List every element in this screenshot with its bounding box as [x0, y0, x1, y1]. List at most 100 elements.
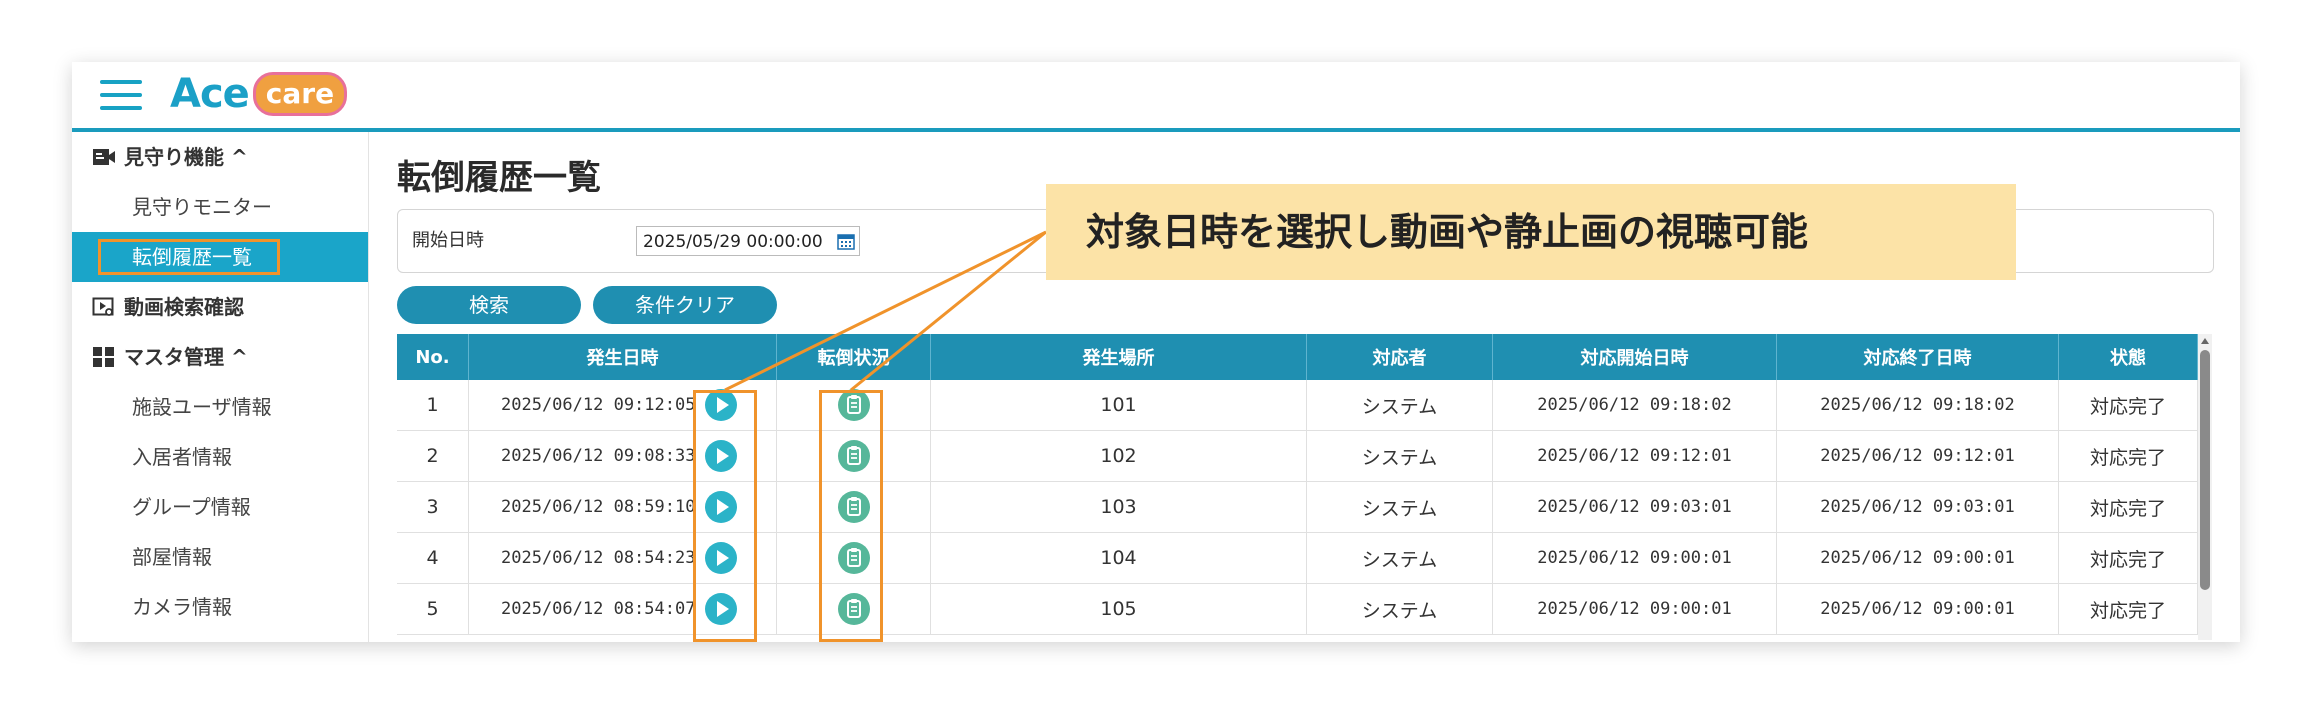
table-row[interactable]: 4 2025/06/12 08:54:23 104 システム 2025/06/12 09… [397, 533, 2198, 584]
start-datetime-value: 2025/06/12 09:00:01 [1537, 548, 1732, 568]
logo-care-badge: care [252, 72, 348, 116]
sidebar-item-cameras[interactable]: カメラ情報 [72, 582, 368, 632]
cell-place: 102 [931, 431, 1307, 481]
place-value: 104 [1100, 547, 1137, 569]
cell-place: 105 [931, 584, 1307, 634]
calendar-icon[interactable] [837, 233, 855, 250]
cell-place: 101 [931, 380, 1307, 430]
clipboard-icon[interactable] [837, 593, 870, 625]
sidebar-section-label: 動画検索確認 [124, 295, 244, 319]
column-header-responder[interactable]: 対応者 [1307, 334, 1493, 380]
cell-datetime: 2025/06/12 09:12:05 [469, 380, 777, 430]
column-header-fall-status[interactable]: 転倒状況 [777, 334, 931, 380]
status-value: 対応完了 [2089, 446, 2166, 469]
cell-place: 104 [931, 533, 1307, 583]
play-video-icon[interactable] [705, 440, 737, 472]
cell-responder: システム [1307, 380, 1493, 430]
app-logo: Ace care [170, 70, 348, 118]
sidebar-item-label: 入居者情報 [132, 445, 232, 469]
play-video-icon[interactable] [705, 542, 737, 574]
search-button[interactable]: 検索 [397, 286, 581, 324]
app-window: Ace care 見守り機能 ^ 見守りモニター 転倒履歴一覧 動画検索確認 マ… [72, 62, 2240, 642]
sidebar-section-monitoring[interactable]: 見守り機能 ^ [72, 132, 368, 182]
column-header-datetime[interactable]: 発生日時 [469, 334, 777, 380]
occurrence-datetime: 2025/06/12 08:59:10 [501, 497, 696, 517]
status-value: 対応完了 [2089, 599, 2166, 622]
cell-status: 対応完了 [2059, 584, 2198, 634]
table-body: 1 2025/06/12 09:12:05 101 システム 2025/06/12 09… [397, 380, 2198, 635]
status-value: 対応完了 [2089, 497, 2166, 520]
cell-status: 対応完了 [2059, 380, 2198, 430]
cell-responder: システム [1307, 431, 1493, 481]
cell-start-datetime: 2025/06/12 09:00:01 [1493, 584, 1777, 634]
end-datetime-value: 2025/06/12 09:12:01 [1820, 446, 2015, 466]
sidebar-item-fall-history[interactable]: 転倒履歴一覧 [72, 232, 368, 282]
cell-status: 対応完了 [2059, 482, 2198, 532]
cell-end-datetime: 2025/06/12 09:00:01 [1777, 533, 2059, 583]
sidebar-item-label: 部屋情報 [132, 545, 212, 569]
sidebar-item-residents[interactable]: 入居者情報 [72, 432, 368, 482]
scroll-up-arrow-icon[interactable] [2201, 338, 2209, 344]
row-number: 4 [426, 547, 439, 569]
cell-fall-status [777, 431, 931, 481]
place-value: 102 [1100, 445, 1137, 467]
occurrence-datetime: 2025/06/12 09:12:05 [501, 395, 696, 415]
occurrence-datetime: 2025/06/12 08:54:07 [501, 599, 696, 619]
cell-fall-status [777, 533, 931, 583]
cell-start-datetime: 2025/06/12 09:00:01 [1493, 533, 1777, 583]
sidebar-item-monitor[interactable]: 見守りモニター [72, 182, 368, 232]
sidebar-section-label: マスタ管理 ^ [124, 345, 248, 369]
table-row[interactable]: 5 2025/06/12 08:54:07 105 システム 2025/06/12 09… [397, 584, 2198, 635]
row-number: 2 [426, 445, 439, 467]
table-row[interactable]: 1 2025/06/12 09:12:05 101 システム 2025/06/12 09… [397, 380, 2198, 431]
cell-fall-status [777, 584, 931, 634]
column-header-end-datetime[interactable]: 対応終了日時 [1777, 334, 2059, 380]
start-date-label: 開始日時 [412, 230, 484, 251]
column-header-status[interactable]: 状態 [2059, 334, 2198, 380]
cell-end-datetime: 2025/06/12 09:12:01 [1777, 431, 2059, 481]
grid-icon [93, 346, 114, 367]
table-row[interactable]: 2 2025/06/12 09:08:33 102 システム 2025/06/12 09… [397, 431, 2198, 482]
cell-no: 5 [397, 584, 469, 634]
hamburger-menu-icon[interactable] [100, 80, 142, 110]
sidebar-section-label: 見守り機能 ^ [124, 145, 248, 169]
start-date-input[interactable]: 2025/05/29 00:00:00 [636, 226, 860, 256]
table-row[interactable]: 3 2025/06/12 08:59:10 103 システム 2025/06/12 09… [397, 482, 2198, 533]
status-value: 対応完了 [2089, 548, 2166, 571]
sidebar-item-rooms[interactable]: 部屋情報 [72, 532, 368, 582]
row-number: 3 [426, 496, 439, 518]
play-video-icon[interactable] [705, 389, 737, 421]
column-header-no[interactable]: No. [397, 334, 469, 380]
cell-datetime: 2025/06/12 08:59:10 [469, 482, 777, 532]
cell-place: 103 [931, 482, 1307, 532]
sidebar-item-label: 見守りモニター [132, 195, 272, 219]
row-number: 1 [426, 394, 439, 416]
top-bar: Ace care [72, 62, 2240, 132]
clear-conditions-button[interactable]: 条件クリア [593, 286, 777, 324]
sidebar-item-facility-users[interactable]: 施設ユーザ情報 [72, 382, 368, 432]
cell-fall-status [777, 380, 931, 430]
play-video-icon[interactable] [705, 593, 737, 625]
occurrence-datetime: 2025/06/12 09:08:33 [501, 446, 696, 466]
scroll-thumb[interactable] [2200, 350, 2210, 590]
clipboard-icon[interactable] [837, 491, 870, 523]
sidebar-item-groups[interactable]: グループ情報 [72, 482, 368, 532]
cell-no: 4 [397, 533, 469, 583]
cell-responder: システム [1307, 482, 1493, 532]
clipboard-icon[interactable] [837, 542, 870, 574]
sidebar-item-label: グループ情報 [132, 495, 251, 519]
clipboard-icon[interactable] [837, 440, 870, 472]
responder-value: システム [1361, 446, 1438, 469]
cell-status: 対応完了 [2059, 431, 2198, 481]
table-scrollbar[interactable] [2198, 334, 2212, 640]
end-datetime-value: 2025/06/12 09:00:01 [1820, 548, 2015, 568]
column-header-start-datetime[interactable]: 対応開始日時 [1493, 334, 1777, 380]
clipboard-icon[interactable] [837, 389, 870, 421]
play-video-icon[interactable] [705, 491, 737, 523]
sidebar-section-master[interactable]: マスタ管理 ^ [72, 332, 368, 382]
cell-fall-status [777, 482, 931, 532]
sidebar-section-video-search[interactable]: 動画検索確認 [72, 282, 368, 332]
cell-end-datetime: 2025/06/12 09:18:02 [1777, 380, 2059, 430]
column-header-place[interactable]: 発生場所 [931, 334, 1307, 380]
row-number: 5 [426, 598, 439, 620]
